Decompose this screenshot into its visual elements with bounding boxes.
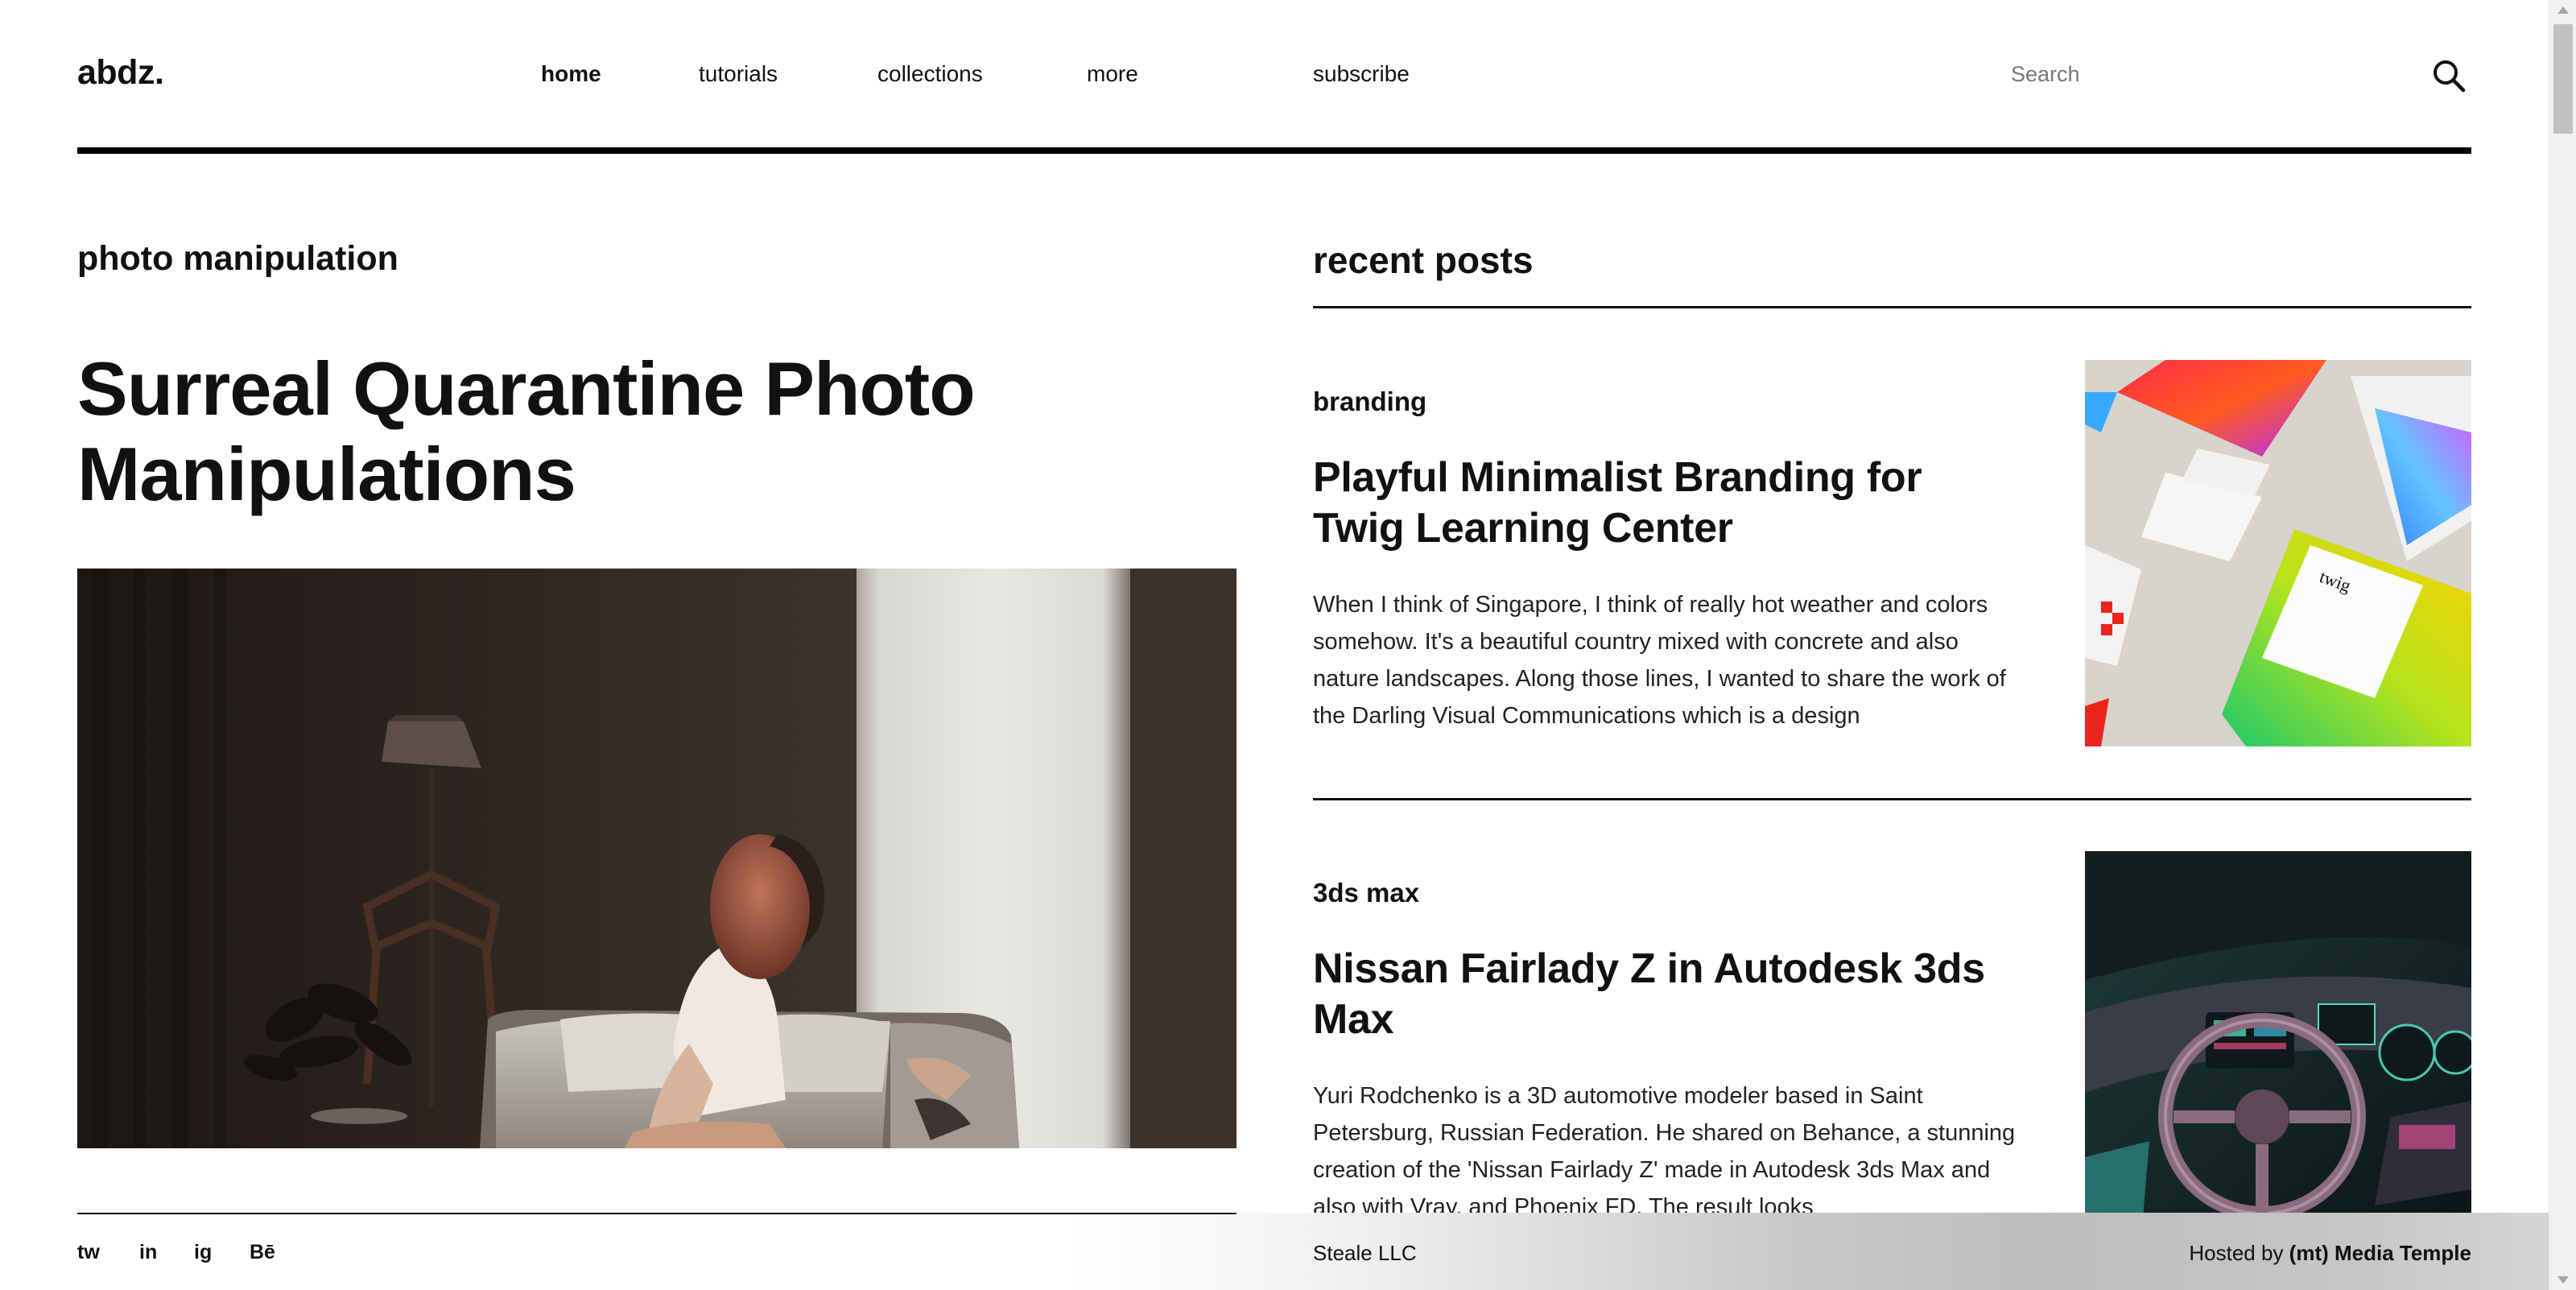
copyright-text: Steale LLC [1313,1241,1417,1265]
post-tag[interactable]: branding [1313,387,1426,417]
post-title[interactable]: Playful Minimalist Branding for Twig Lea… [1313,453,2021,554]
featured-article: photo manipulation Surreal Quarantine Ph… [77,242,1236,517]
scroll-up-arrow-icon[interactable] [2557,6,2569,14]
post-thumbnail[interactable] [2085,851,2471,1238]
page-scrollbar[interactable] [2549,0,2576,1290]
post-excerpt: When I think of Singapore, I think of re… [1313,592,2006,729]
nav-tutorials[interactable]: tutorials [699,61,778,87]
behance-link[interactable]: Bē [250,1241,275,1264]
car-interior-image [2085,851,2471,1238]
featured-title[interactable]: Surreal Quarantine Photo Manipulations [77,346,1204,517]
site-footer: tw in ig Bē Steale LLC Hosted by (mt) Me… [0,1213,2549,1290]
header-divider [77,147,2471,154]
instagram-link[interactable]: ig [194,1241,212,1264]
featured-image[interactable] [77,569,1236,1148]
nav-subscribe[interactable]: subscribe [1313,61,1410,87]
featured-category[interactable]: photo manipulation [77,242,1236,276]
surreal-room-photo [77,569,1236,1148]
twitter-link[interactable]: tw [77,1241,100,1264]
recent-posts: recent posts [1313,242,2471,279]
nav-collections[interactable]: collections [877,61,983,87]
post-title[interactable]: Nissan Fairlady Z in Autodesk 3ds Max [1313,944,2021,1045]
hosted-by-prefix: Hosted by [2189,1241,2289,1265]
post-tag[interactable]: 3ds max [1313,878,1419,908]
host-link[interactable]: (mt) Media Temple [2289,1241,2471,1265]
recent-posts-title: recent posts [1313,239,1534,281]
linkedin-link[interactable]: in [139,1241,157,1264]
site-logo[interactable]: abdz. [77,53,164,93]
post-thumbnail[interactable]: twig [2085,360,2471,746]
branding-mockup-image: twig [2085,360,2471,746]
site-header: abdz. home tutorials collections more su… [77,0,2471,153]
recent-posts-divider [1313,306,2471,308]
nav-more[interactable]: more [1087,61,1138,87]
post-divider [1313,798,2471,800]
post-excerpt: Yuri Rodchenko is a 3D automotive modele… [1313,1083,2016,1220]
nav-home[interactable]: home [541,61,601,87]
search-icon[interactable] [2431,58,2467,93]
footer-divider [77,1213,1236,1214]
hosted-by: Hosted by (mt) Media Temple [2189,1241,2471,1266]
search-input[interactable] [2011,55,2429,93]
scroll-down-arrow-icon[interactable] [2557,1276,2569,1284]
scrollbar-thumb[interactable] [2553,24,2573,134]
